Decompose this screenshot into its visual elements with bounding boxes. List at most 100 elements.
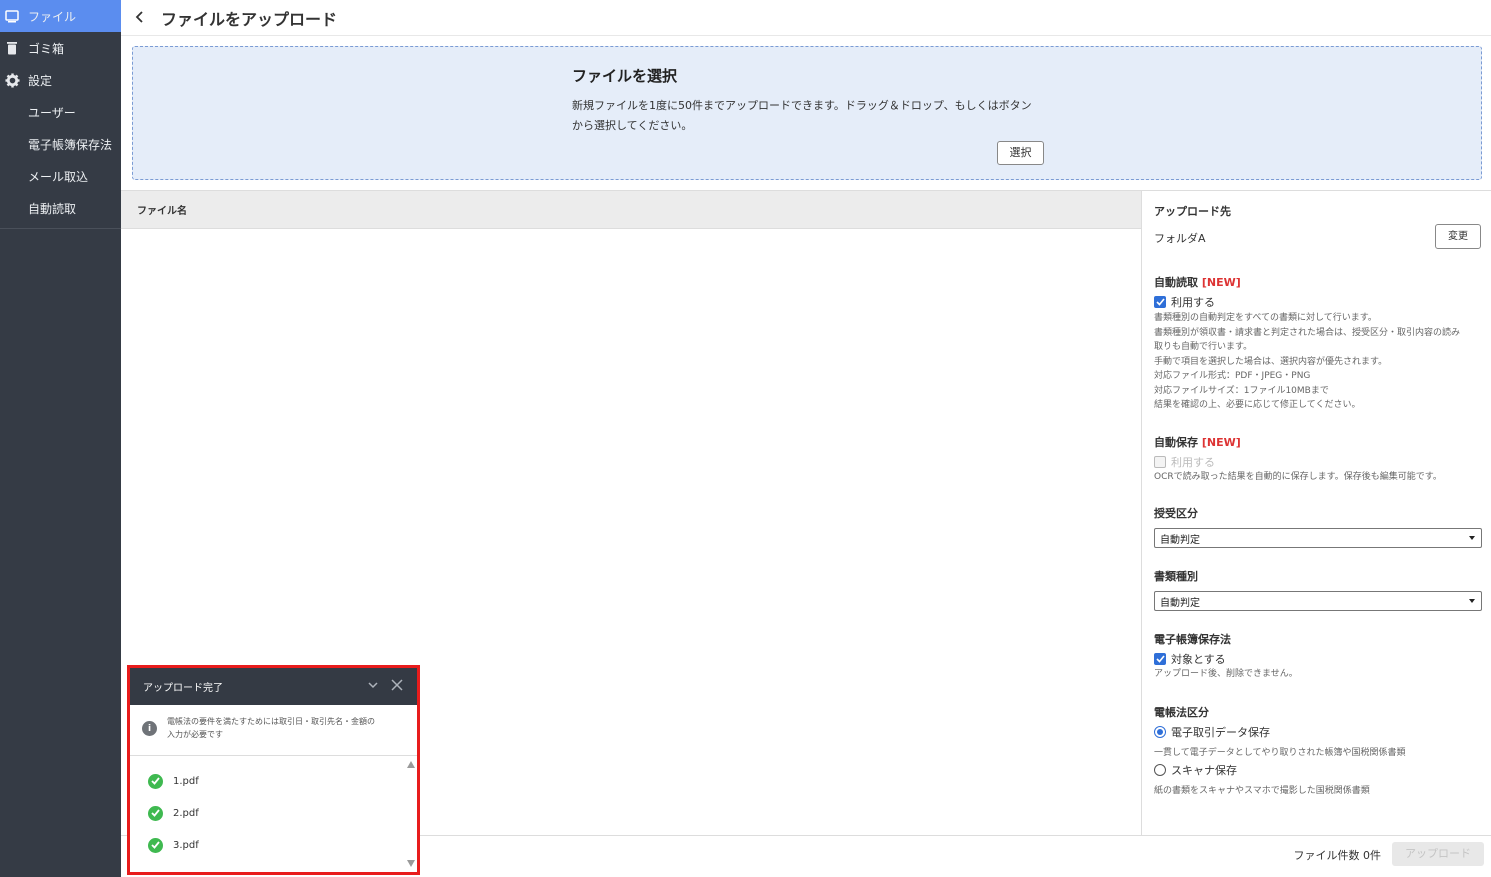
trash-icon	[4, 40, 20, 56]
note-line: 対応ファイルサイズ：1ファイル10MBまで	[1154, 385, 1329, 396]
transfer-type-section: 授受区分 自動判定	[1154, 505, 1482, 548]
note-line: 書類種別の自動判定をすべての書類に対して行います。	[1154, 313, 1377, 323]
checkbox-label: 対象とする	[1171, 653, 1226, 666]
sidebar: ファイル ゴミ箱 設定 ユーザー 電子帳簿保存法 メール取込 自動読取	[0, 0, 121, 877]
chevron-down-icon[interactable]	[367, 679, 379, 694]
new-badge: [NEW]	[1201, 276, 1241, 289]
sidebar-item-trash[interactable]: ゴミ箱	[0, 32, 121, 64]
sidebar-item-mail-import[interactable]: メール取込	[0, 160, 121, 192]
sidebar-item-label: 電子帳簿保存法	[28, 137, 113, 152]
auto-read-title-text: 自動読取	[1154, 276, 1198, 289]
doc-type-title: 書類種別	[1154, 570, 1198, 583]
note-line: 書類種別が領収書・請求書と判定された場合は、授受区分・取引内容の読み	[1154, 327, 1461, 338]
auto-read-title: 自動読取 [NEW]	[1154, 274, 1481, 290]
auto-read-notes: 書類種別の自動判定をすべての書類に対して行います。 書類種別が領収書・請求書と判…	[1154, 311, 1481, 413]
auto-read-section: 自動読取 [NEW] 利用する 書類種別の自動判定をすべての書類に対して行います…	[1154, 274, 1481, 413]
radio-electronic-transaction[interactable]: 電子取引データ保存	[1154, 724, 1481, 740]
info-icon: i	[142, 721, 157, 736]
transfer-type-select[interactable]: 自動判定	[1154, 528, 1482, 548]
doc-type-section: 書類種別 自動判定	[1154, 568, 1482, 611]
auto-save-title: 自動保存 [NEW]	[1154, 434, 1481, 450]
sidebar-item-label: ユーザー	[28, 105, 76, 120]
sidebar-item-label: ファイル	[28, 9, 77, 24]
toast-info-message: i 電帳法の要件を満たすためには取引日・取引先名・金額の 入力が必要です	[130, 705, 417, 756]
info-text: 電帳法の要件を満たすためには取引日・取引先名・金額の 入力が必要です	[167, 716, 375, 755]
chevron-left-icon[interactable]	[135, 8, 151, 27]
toast-title: アップロード完了	[143, 683, 223, 694]
note-line: 結果を確認の上、必要に応じて修正してください。	[1154, 400, 1361, 410]
scroll-up-arrow-icon[interactable]	[407, 761, 415, 768]
upload-button[interactable]: アップロード	[1392, 842, 1484, 866]
sidebar-item-label: 設定	[28, 73, 53, 88]
checkbox-label: 利用する	[1171, 296, 1215, 309]
uploaded-file-list: 1.pdf 2.pdf 3.pdf	[130, 756, 417, 870]
radio-note: 一貫して電子データとしてやり取りされた帳簿や国税関係書類	[1154, 747, 1406, 758]
checkbox-unchecked-icon[interactable]	[1154, 455, 1166, 468]
law-category-title: 電帳法区分	[1154, 705, 1209, 719]
law-category-section: 電帳法区分 電子取引データ保存 一貫して電子データとしてやり取りされた帳簿や国税…	[1154, 704, 1481, 799]
select-value: 自動判定	[1160, 534, 1200, 546]
auto-save-note: OCRで読み取った結果を自動的に保存します。保存後も編集可能です。	[1154, 471, 1442, 482]
radio-unselected-icon[interactable]	[1154, 764, 1166, 776]
check-circle-icon	[148, 773, 163, 789]
dropzone-title: ファイルを選択	[572, 67, 678, 85]
file-dropzone[interactable]: ファイルを選択 新規ファイルを1度に50件までアップロードできます。ドラッグ＆ド…	[132, 46, 1482, 180]
note-line: 手動で項目を選択した場合は、選択内容が優先されます。	[1154, 356, 1388, 367]
toast-header: アップロード完了	[130, 668, 417, 705]
list-item: 2.pdf	[130, 797, 417, 829]
page-header: ファイルをアップロード	[121, 0, 1491, 36]
auto-read-checkbox[interactable]: 利用する	[1154, 294, 1481, 310]
checkbox-checked-icon[interactable]	[1154, 653, 1166, 665]
scrollbar-track[interactable]	[406, 770, 416, 856]
scroll-down-arrow-icon[interactable]	[407, 860, 415, 867]
column-header-filename[interactable]: ファイル名	[121, 191, 1141, 229]
auto-save-section: 自動保存 [NEW] 利用する OCRで読み取った結果を自動的に保存します。保存…	[1154, 434, 1481, 485]
sidebar-item-auto-read[interactable]: 自動読取	[0, 192, 121, 224]
file-count: ファイル件数 0件	[1293, 849, 1382, 862]
list-item: 1.pdf	[130, 765, 417, 797]
ebook-law-note: アップロード後、削除できません。	[1154, 669, 1298, 679]
caret-down-icon	[1469, 599, 1475, 603]
radio-label: スキャナ保存	[1171, 764, 1237, 777]
new-badge: [NEW]	[1201, 435, 1241, 449]
radio-scanner-save[interactable]: スキャナ保存	[1154, 762, 1481, 778]
sidebar-item-label: メール取込	[28, 169, 89, 184]
ebook-law-checkbox[interactable]: 対象とする	[1154, 651, 1481, 667]
radio-selected-icon[interactable]	[1154, 725, 1166, 738]
dropzone-description: 新規ファイルを1度に50件までアップロードできます。ドラッグ＆ドロップ、もしくは…	[572, 96, 1044, 136]
upload-complete-toast: アップロード完了 i 電帳法の要件を満たすためには取引日・取引先名・金額の 入力…	[127, 665, 420, 875]
select-value: 自動判定	[1160, 597, 1200, 609]
close-icon[interactable]	[391, 679, 403, 694]
transfer-type-title: 授受区分	[1154, 507, 1198, 520]
file-name: 1.pdf	[173, 775, 199, 787]
dropzone-description-line: から選択してください。	[572, 119, 693, 132]
upload-dest-title: アップロード先	[1154, 205, 1231, 218]
doc-type-select[interactable]: 自動判定	[1154, 591, 1482, 611]
scrollbar[interactable]	[405, 756, 417, 870]
note-line: 取りも自動で行います。	[1154, 342, 1253, 352]
file-name: 2.pdf	[173, 807, 199, 819]
checkbox-checked-icon[interactable]	[1154, 296, 1166, 308]
auto-save-title-text: 自動保存	[1154, 435, 1198, 449]
sidebar-item-files[interactable]: ファイル	[0, 0, 121, 32]
info-line: 入力が必要です	[167, 729, 223, 739]
check-circle-icon	[148, 837, 163, 853]
auto-save-checkbox[interactable]: 利用する	[1154, 454, 1481, 470]
sidebar-item-settings[interactable]: 設定	[0, 64, 121, 96]
sidebar-item-users[interactable]: ユーザー	[0, 96, 121, 128]
sidebar-item-ebook-law[interactable]: 電子帳簿保存法	[0, 128, 121, 160]
radio-note: 紙の書類をスキャナやスマホで撮影した国税関係書類	[1154, 786, 1370, 796]
select-file-button[interactable]: 選択	[997, 141, 1044, 165]
ebook-law-title: 電子帳簿保存法	[1154, 633, 1231, 646]
upload-settings-panel: アップロード先 フォルダA 変更 自動読取 [NEW] 利用する 書類種別の自動…	[1141, 190, 1491, 835]
sidebar-item-label: 自動読取	[28, 201, 77, 216]
change-folder-button[interactable]: 変更	[1435, 224, 1481, 249]
gear-icon	[4, 72, 20, 88]
note-line: 対応ファイル形式：PDF・JPEG・PNG	[1154, 371, 1311, 381]
sidebar-divider	[0, 228, 121, 229]
ebook-law-section: 電子帳簿保存法 対象とする アップロード後、削除できません。	[1154, 631, 1481, 682]
page-title: ファイルをアップロード	[161, 9, 338, 29]
monitor-icon	[4, 8, 20, 24]
file-name: 3.pdf	[173, 839, 199, 851]
checkbox-label: 利用する	[1171, 455, 1215, 469]
